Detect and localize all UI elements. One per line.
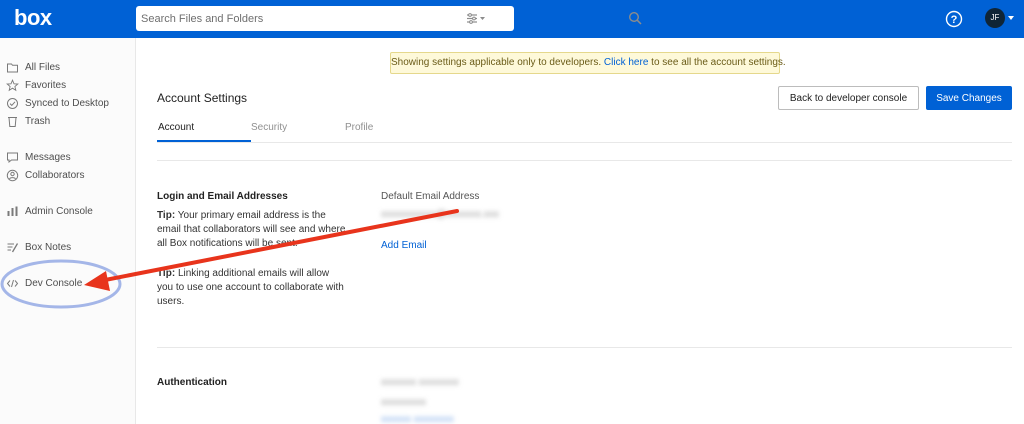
- message-icon: [7, 152, 18, 163]
- sidebar-item-label: Favorites: [25, 79, 67, 91]
- bar-chart-icon: [7, 206, 18, 216]
- default-email-label: Default Email Address: [381, 191, 480, 202]
- authentication-heading: Authentication: [157, 377, 227, 388]
- sidebar-item-all-files[interactable]: All Files: [6, 59, 60, 75]
- redacted-password-label: xxxxxxx xxxxxxxx: [381, 377, 459, 388]
- tab-security[interactable]: Security: [251, 122, 287, 133]
- folder-icon: [7, 63, 18, 72]
- sidebar-item-label: Box Notes: [25, 241, 72, 253]
- top-bar: box ? JF: [0, 0, 1024, 38]
- sidebar-item-label: Dev Console: [25, 277, 83, 289]
- tip-text: Your primary email address is the email …: [157, 210, 346, 249]
- sidebar-item-label: Trash: [25, 115, 51, 127]
- person-icon: [6, 169, 19, 181]
- login-email-heading: Login and Email Addresses: [157, 191, 288, 202]
- back-to-developer-console-button[interactable]: Back to developer console: [778, 86, 919, 110]
- avatar[interactable]: JF: [985, 8, 1005, 28]
- star-icon: [6, 78, 19, 91]
- notes-icon: [7, 242, 19, 252]
- tab-account[interactable]: Account: [158, 122, 194, 133]
- sidebar-item-messages[interactable]: Messages: [6, 149, 71, 165]
- sidebar-item-collaborators[interactable]: Collaborators: [6, 167, 84, 183]
- tip-linking-emails: Tip: Linking additional emails will allo…: [157, 267, 347, 309]
- sidebar-item-synced[interactable]: Synced to Desktop: [6, 95, 109, 111]
- sidebar-item-label: All Files: [25, 61, 61, 73]
- tip-label: Tip:: [157, 268, 176, 279]
- tip-text: Linking additional emails will allow you…: [157, 268, 344, 307]
- search-box[interactable]: [136, 6, 642, 31]
- redacted-email-value: xxxxxxxxxxx@xxxxxxx.xxx: [381, 209, 499, 220]
- sidebar-item-admin-console[interactable]: Admin Console: [6, 203, 93, 219]
- redacted-password-value: xxxxxxxxx: [381, 397, 426, 408]
- tab-profile[interactable]: Profile: [345, 122, 373, 133]
- search-input[interactable]: [136, 6, 456, 31]
- banner-link[interactable]: Click here: [604, 57, 648, 68]
- help-icon[interactable]: ?: [945, 10, 963, 28]
- sidebar: All Files Favorites Synced to Desktop Tr…: [0, 38, 136, 424]
- sidebar-item-label: Messages: [25, 151, 71, 163]
- save-changes-button[interactable]: Save Changes: [926, 86, 1012, 110]
- sidebar-item-dev-console[interactable]: Dev Console: [6, 275, 82, 291]
- sidebar-item-trash[interactable]: Trash: [6, 113, 50, 129]
- developer-settings-banner: Showing settings applicable only to deve…: [390, 52, 786, 74]
- redacted-change-password-link: xxxxxx xxxxxxxx: [381, 414, 454, 424]
- sidebar-item-box-notes[interactable]: Box Notes: [6, 239, 71, 255]
- svg-text:?: ?: [951, 14, 958, 26]
- sidebar-item-label: Admin Console: [25, 205, 93, 217]
- search-icon[interactable]: [628, 11, 642, 25]
- section-divider: [157, 347, 1012, 348]
- sidebar-item-label: Collaborators: [25, 169, 85, 181]
- add-email-link[interactable]: Add Email: [381, 240, 427, 251]
- page-title: Account Settings: [157, 91, 248, 105]
- tip-label: Tip:: [157, 210, 176, 221]
- filter-icon[interactable]: [466, 12, 486, 25]
- tabs-divider: [157, 142, 1012, 143]
- banner-text: Showing settings applicable only to deve…: [391, 57, 602, 68]
- trash-icon: [8, 116, 17, 127]
- sidebar-item-favorites[interactable]: Favorites: [6, 77, 66, 93]
- check-circle-icon: [7, 97, 18, 109]
- caret-down-icon[interactable]: [1008, 16, 1014, 20]
- banner-text-after: to see all the account settings.: [651, 57, 786, 68]
- section-divider: [157, 160, 1012, 161]
- box-logo[interactable]: box: [14, 5, 52, 31]
- code-icon: [6, 279, 19, 287]
- sidebar-item-label: Synced to Desktop: [25, 97, 109, 109]
- tip-primary-email: Tip: Your primary email address is the e…: [157, 209, 347, 251]
